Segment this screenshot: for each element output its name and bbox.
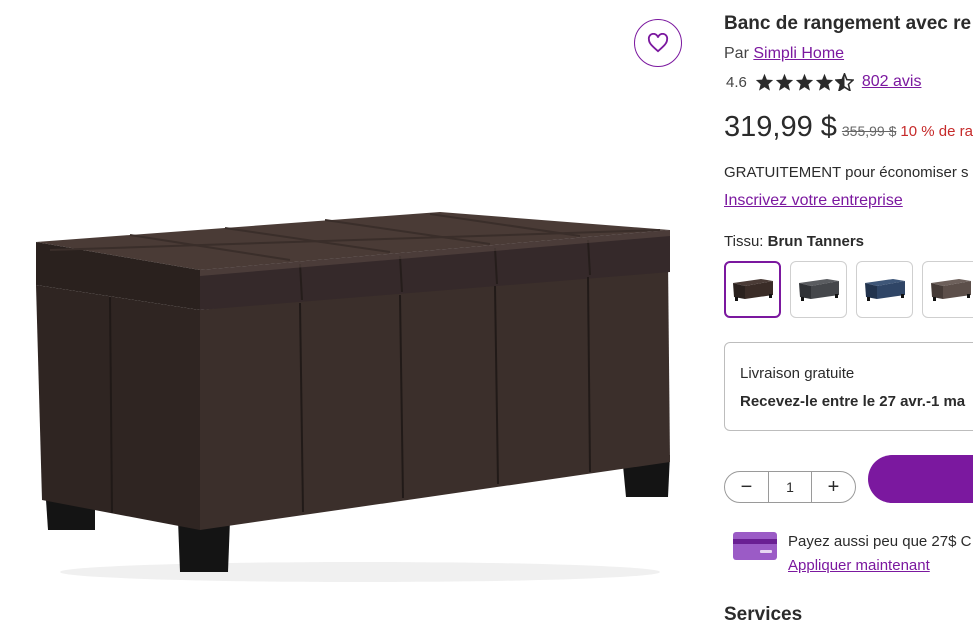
star-icon [755, 73, 773, 91]
reviews-link[interactable]: 802 avis [862, 73, 922, 91]
star-icon [775, 73, 793, 91]
fabric-label: Tissu: [724, 233, 764, 250]
swatch-option-4[interactable] [922, 261, 973, 318]
star-half-icon [834, 73, 854, 91]
by-label: Par [724, 45, 749, 62]
add-to-cart-button[interactable] [868, 455, 973, 503]
current-price: 319,99 $ [724, 111, 837, 143]
price-row: 319,99 $ 355,99 $ 10 % de ra [724, 111, 973, 144]
apply-now-link[interactable]: Appliquer maintenant [788, 554, 971, 578]
swatch-brun-tanners[interactable] [724, 261, 781, 318]
old-price: 355,99 $ [841, 123, 897, 139]
product-image [36, 212, 670, 582]
swatch-option-2[interactable] [790, 261, 847, 318]
swatch-thumbnail [798, 278, 839, 301]
rating: 4.6 802 avis [726, 73, 921, 91]
brand-link[interactable]: Simpli Home [753, 45, 844, 62]
business-free-text: GRATUITEMENT pour économiser s [724, 164, 969, 181]
fabric-swatches [724, 261, 973, 318]
financing-text-block: Payez aussi peu que 27$ C Appliquer main… [788, 530, 971, 578]
product-media [0, 0, 700, 641]
services-heading: Services [724, 604, 803, 625]
fabric-selected: Brun Tanners [767, 233, 865, 250]
fabric-selector-label: Tissu: Brun Tanners [724, 233, 864, 250]
swatch-thumbnail [864, 278, 905, 301]
product-byline: Par Simpli Home [724, 45, 844, 63]
quantity-stepper: − + [724, 471, 856, 503]
quantity-input[interactable] [768, 472, 812, 502]
discount-label: 10 % de ra [900, 123, 973, 140]
shipping-date: Recevez-le entre le 27 avr.-1 ma [740, 393, 966, 410]
star-icon [815, 73, 833, 91]
rating-stars [755, 73, 854, 91]
quantity-decrease-button[interactable]: − [725, 472, 768, 502]
swatch-option-3[interactable] [856, 261, 913, 318]
favorite-button[interactable] [634, 19, 682, 67]
financing-offer: Payez aussi peu que 27$ C Appliquer main… [732, 530, 971, 578]
heart-icon [647, 33, 669, 53]
product-details: Banc de rangement avec re Par Simpli Hom… [724, 0, 973, 641]
credit-card-icon [733, 532, 777, 560]
product-title: Banc de rangement avec re [724, 13, 972, 34]
financing-text: Payez aussi peu que 27$ C [788, 533, 972, 550]
business-signup-link[interactable]: Inscrivez votre entreprise [724, 192, 903, 210]
swatch-thumbnail [732, 278, 773, 301]
star-icon [795, 73, 813, 91]
swatch-thumbnail [930, 278, 971, 301]
shipping-title: Livraison gratuite [740, 365, 855, 382]
rating-value: 4.6 [726, 73, 747, 91]
shipping-info: Livraison gratuite Recevez-le entre le 2… [724, 342, 973, 431]
quantity-increase-button[interactable]: + [812, 472, 855, 502]
